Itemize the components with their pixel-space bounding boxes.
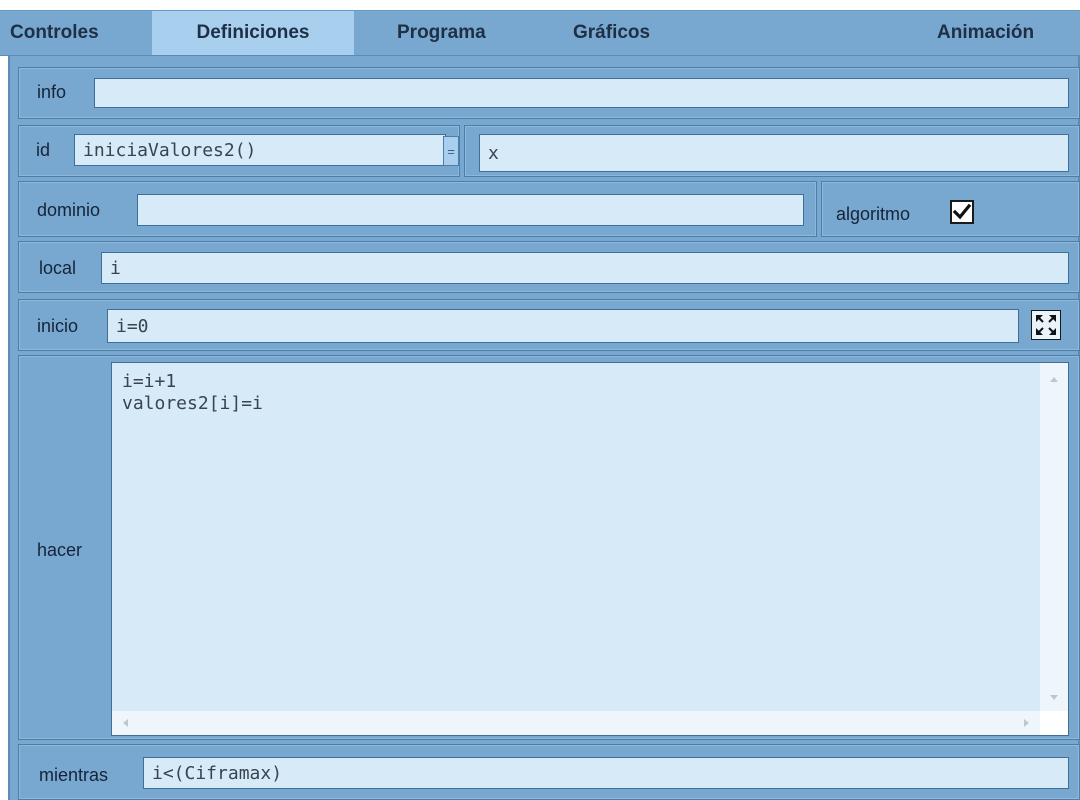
scroll-right-arrow-icon[interactable] [1016,711,1036,735]
scrollbar-corner [1040,711,1068,735]
tab-graficos[interactable]: Gráficos [573,11,650,55]
local-label: local [39,258,77,278]
expression-input[interactable]: x [479,134,1069,172]
code-line: valores2[i]=i [122,393,263,414]
scroll-down-arrow-icon[interactable] [1040,687,1068,707]
dominio-input[interactable] [137,194,804,226]
dominio-label: dominio [37,200,101,220]
inicio-label: inicio [37,316,79,336]
hacer-label: hacer [37,540,83,560]
scroll-up-arrow-icon[interactable] [1040,369,1068,389]
expand-button[interactable] [1031,310,1061,340]
hacer-row: hacer i=i+1 valores2[i]=i [18,355,1080,740]
id-label: id [36,140,51,160]
inicio-input[interactable]: i=0 [107,309,1019,343]
tab-bar: Controles Definiciones Programa Gráficos… [0,10,1080,56]
id-input[interactable]: iniciaValores2() [74,134,446,166]
tab-animacion[interactable]: Animación [937,11,1034,55]
local-input[interactable]: i [101,252,1069,284]
horizontal-scrollbar[interactable] [112,711,1040,735]
expression-row: x [464,125,1080,177]
local-row: local i [18,241,1080,293]
hacer-textarea[interactable]: i=i+1 valores2[i]=i [111,362,1069,736]
mientras-label: mientras [39,765,109,785]
check-icon [952,203,972,220]
scroll-left-arrow-icon[interactable] [116,711,136,735]
algoritmo-checkbox[interactable] [950,200,974,224]
info-input[interactable] [94,78,1069,108]
algoritmo-row: algoritmo [821,181,1080,237]
expand-icon [1036,315,1056,335]
mientras-input[interactable]: i<(Ciframax) [143,757,1069,789]
tab-programa[interactable]: Programa [397,11,486,55]
code-line: i=i+1 [122,371,177,392]
tab-controles[interactable]: Controles [10,11,99,55]
equals-sign: = [443,136,459,166]
dominio-row: dominio [18,181,817,237]
info-row: info [18,67,1080,119]
tab-definiciones[interactable]: Definiciones [152,11,354,55]
mientras-row: mientras i<(Ciframax) [18,744,1080,800]
vertical-scrollbar[interactable] [1040,363,1068,711]
info-label: info [37,82,67,102]
id-row: id iniciaValores2() [18,125,460,177]
algoritmo-label: algoritmo [836,204,911,224]
inicio-row: inicio i=0 [18,299,1080,351]
